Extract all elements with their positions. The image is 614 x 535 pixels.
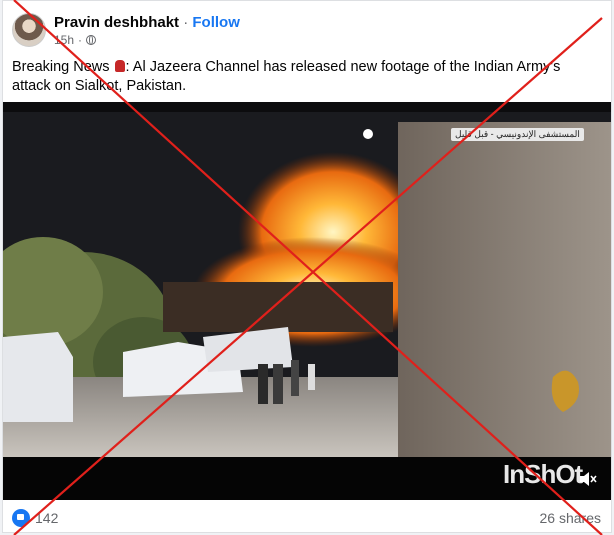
like-icon[interactable]: [12, 509, 30, 527]
video-player[interactable]: المستشفى الإندونيسي - قبل قليل InShOt: [3, 102, 611, 500]
avatar[interactable]: [12, 13, 46, 47]
video-overlay-tag: المستشفى الإندونيسي - قبل قليل: [451, 128, 584, 141]
meta-separator: ·: [78, 33, 83, 47]
reactions-count[interactable]: 142: [35, 510, 58, 526]
post-meta: 15h ·: [54, 33, 97, 47]
speaker-muted-icon[interactable]: [579, 471, 597, 487]
post-header: Pravin deshbhakt · Follow 15h ·: [3, 1, 611, 53]
post-text: Breaking News : Al Jazeera Channel has r…: [12, 58, 602, 96]
shares-count[interactable]: 26 shares: [540, 510, 601, 526]
globe-icon: [86, 35, 97, 45]
post-card: Pravin deshbhakt · Follow 15h · Breaking…: [2, 0, 612, 533]
siren-icon: [114, 60, 125, 72]
inshot-watermark: InShOt: [503, 459, 583, 489]
author-name[interactable]: Pravin deshbhakt: [54, 14, 179, 31]
post-stats: 142 26 shares: [3, 502, 611, 532]
follow-button[interactable]: Follow: [192, 14, 240, 31]
post-text-start: Breaking News: [12, 59, 114, 75]
post-time[interactable]: 15h: [54, 33, 74, 47]
separator: ·: [183, 14, 189, 31]
video-frame: [3, 102, 611, 500]
author-line: Pravin deshbhakt · Follow: [54, 14, 240, 31]
